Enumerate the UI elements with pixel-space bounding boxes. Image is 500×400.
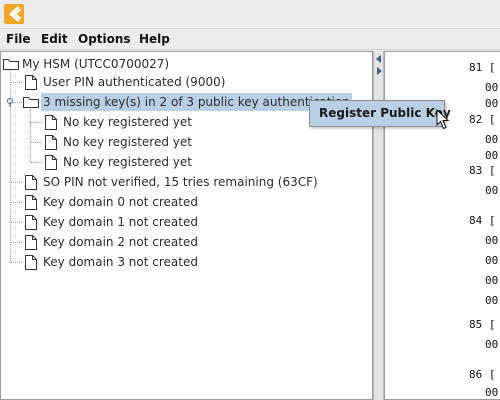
- hex-line: 81 [: [469, 61, 496, 74]
- tree-connector-line: [30, 109, 31, 163]
- document-icon: [45, 135, 57, 150]
- mouse-cursor-icon: [436, 109, 450, 130]
- hex-line: 00: [485, 149, 499, 162]
- tree-connector-line: [10, 202, 22, 203]
- context-menu: Register Public Key: [309, 100, 451, 127]
- tree-connector-line: [30, 162, 42, 163]
- document-icon: [45, 155, 57, 170]
- tree-node-label: No key registered yet: [63, 155, 192, 169]
- hex-line: 84 [: [469, 214, 496, 227]
- tree-node-label: No key registered yet: [63, 115, 192, 129]
- document-icon: [25, 175, 37, 190]
- tree-node-label: Key domain 2 not created: [43, 235, 198, 249]
- tree-connector-line: [10, 242, 22, 243]
- tree-connector-line: [10, 222, 22, 223]
- tree-connector-line: [10, 182, 22, 183]
- menu-edit[interactable]: Edit: [41, 32, 68, 46]
- menu-help[interactable]: Help: [139, 32, 170, 46]
- hex-line: 00: [485, 81, 499, 94]
- hex-line: 00: [485, 274, 499, 287]
- collapse-left-arrow-icon[interactable]: [376, 55, 381, 63]
- document-icon: [25, 195, 37, 210]
- hex-line: 82 [: [469, 113, 496, 126]
- document-icon: [25, 255, 37, 270]
- tree-node-label: Key domain 1 not created: [43, 215, 198, 229]
- tree-connector-line: [30, 142, 42, 143]
- hex-line: 86 [: [469, 368, 496, 381]
- app-logo-icon: [4, 4, 24, 24]
- hex-line: 00: [485, 184, 499, 197]
- tree-node-label: 3 missing key(s) in 2 of 3 public key au…: [41, 93, 352, 111]
- tree-node-label: Key domain 3 not created: [43, 255, 198, 269]
- collapse-right-arrow-icon[interactable]: [377, 67, 382, 75]
- document-icon: [45, 115, 57, 130]
- menu-file[interactable]: File: [6, 32, 31, 46]
- hex-line: 00: [485, 294, 499, 307]
- tree-connector-line: [10, 262, 22, 263]
- hex-line: 83 [: [469, 164, 496, 177]
- hex-line: 00: [485, 133, 499, 146]
- tree-node-label: No key registered yet: [63, 135, 192, 149]
- hex-line: 85 [: [469, 318, 496, 331]
- folder-open-icon: [23, 97, 39, 108]
- tree-root-label: My HSM (UTCC0700027): [22, 57, 170, 71]
- hex-line: 00: [485, 386, 499, 399]
- title-bar: [0, 0, 500, 29]
- hex-line: 00: [485, 254, 499, 267]
- hex-line: 00: [485, 97, 499, 110]
- collapse-toggle-icon[interactable]: [6, 97, 15, 107]
- register-public-key-menu-item[interactable]: Register Public Key: [319, 106, 451, 120]
- tree-connector-line: [10, 82, 22, 83]
- tree-node-label: Key domain 0 not created: [43, 195, 198, 209]
- tree-node-label: User PIN authenticated (9000): [43, 75, 226, 89]
- document-icon: [25, 215, 37, 230]
- document-icon: [25, 235, 37, 250]
- tree-node-label: SO PIN not verified, 15 tries remaining …: [43, 175, 318, 189]
- menu-bar: File Edit Options Help: [0, 30, 500, 50]
- hex-line: 00: [485, 234, 499, 247]
- document-icon: [25, 75, 37, 90]
- hex-line: 00: [485, 338, 499, 351]
- tree-connector-line: [30, 122, 42, 123]
- folder-open-icon: [3, 59, 19, 70]
- menu-options[interactable]: Options: [78, 32, 131, 46]
